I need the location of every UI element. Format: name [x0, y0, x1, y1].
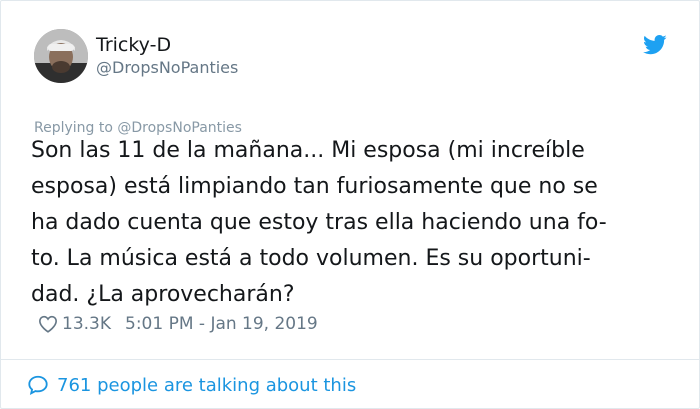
twitter-bird-icon[interactable]	[643, 35, 667, 55]
tweet-timestamp[interactable]: 5:01 PM - Jan 19, 2019	[125, 314, 318, 334]
conversation-link[interactable]: 761 people are talking about this	[27, 373, 356, 397]
divider	[1, 359, 699, 360]
avatar-image	[34, 29, 88, 83]
tweet-text-line: ha dado cuenta que estoy tras ella hacie…	[31, 210, 607, 235]
author-handle[interactable]: @DropsNoPanties	[96, 58, 238, 78]
tweet-text: Son las 11 de la mañana... Mi esposa (mi…	[31, 133, 691, 313]
tweet-text-line: Son las 11 de la mañana... Mi esposa (mi…	[31, 138, 585, 163]
like-count[interactable]: 13.3K	[62, 314, 111, 334]
author-display-name[interactable]: Tricky-D	[96, 34, 171, 56]
tweet-text-line: dad. ¿La aprovecharán?	[31, 282, 295, 307]
conversation-text[interactable]: 761 people are talking about this	[57, 375, 356, 396]
heart-icon[interactable]	[38, 315, 58, 333]
tweet-meta: 13.3K 5:01 PM - Jan 19, 2019	[38, 313, 318, 335]
speech-bubble-icon	[28, 375, 48, 395]
tweet-text-line: to. La música está a todo volumen. Es su…	[31, 246, 591, 271]
tweet-text-line: esposa) está limpiando tan furiosamente …	[31, 174, 598, 199]
avatar[interactable]	[34, 29, 88, 83]
tweet-card: Tricky-D @DropsNoPanties Replying to @Dr…	[0, 0, 700, 409]
